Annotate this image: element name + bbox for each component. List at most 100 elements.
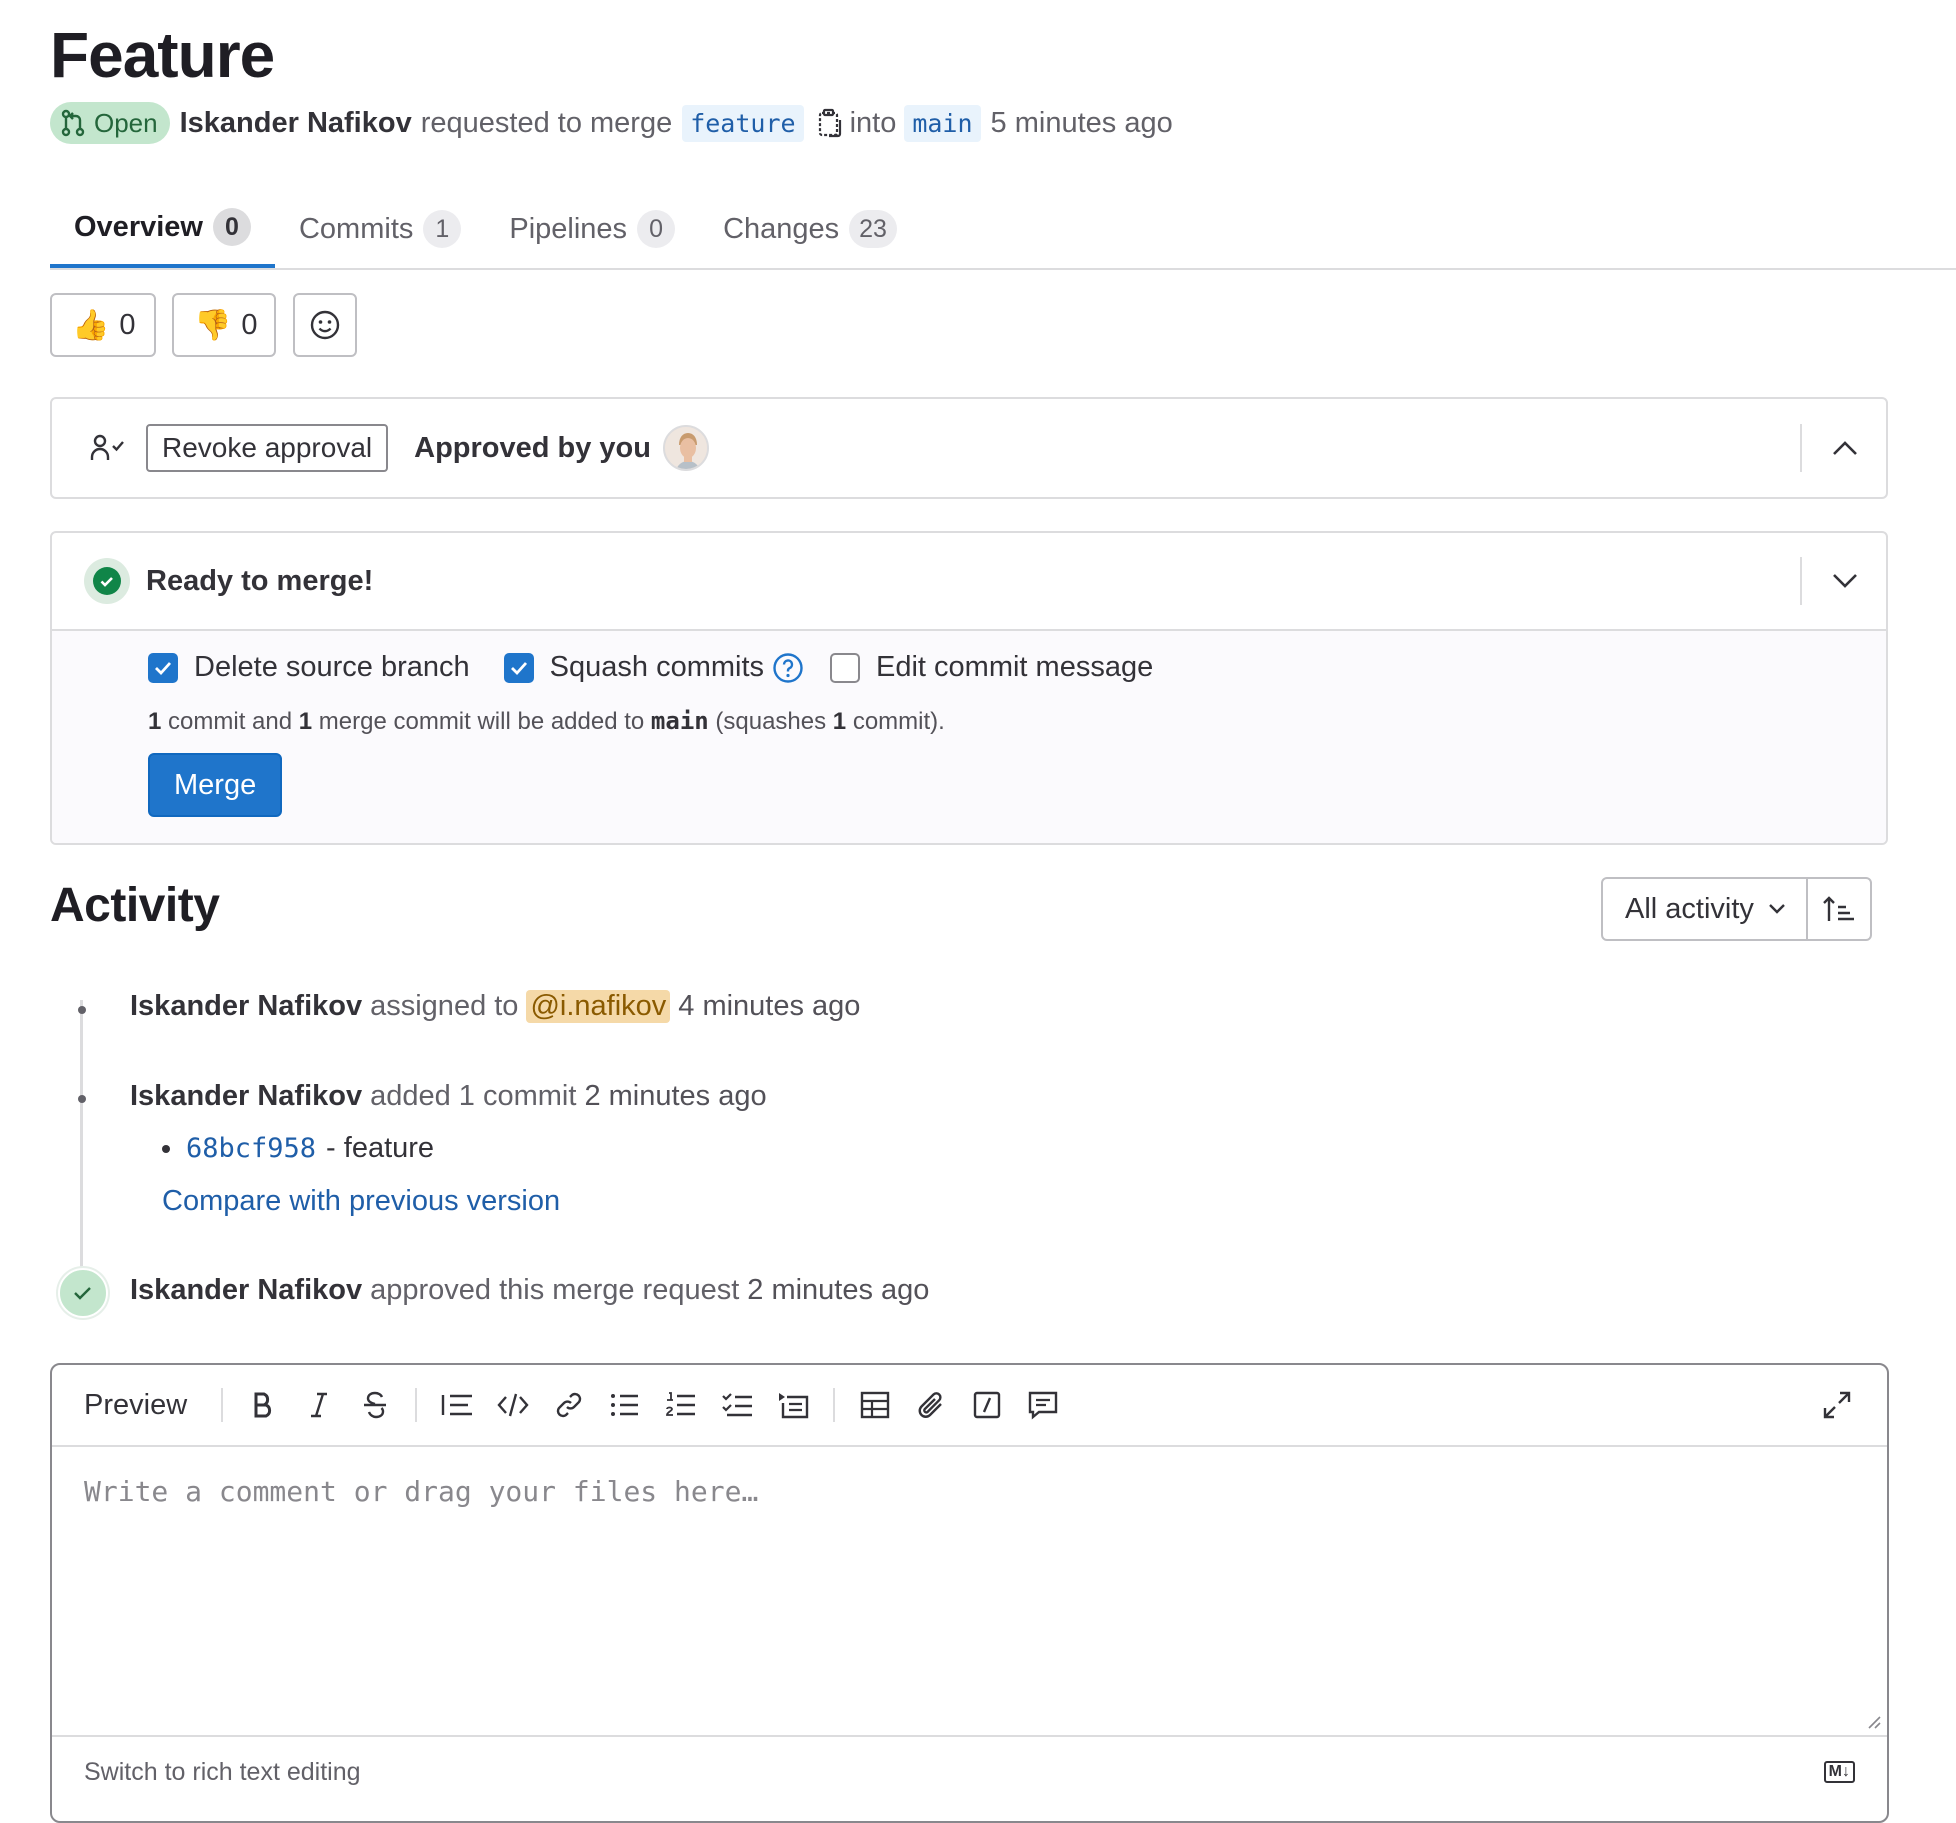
toolbar-divider [415, 1388, 418, 1422]
info-text: commit and [161, 708, 299, 735]
squash-count: 1 [832, 708, 847, 735]
thumbs-down-button[interactable]: 👎 0 [172, 293, 276, 357]
toolbar-divider [833, 1388, 836, 1422]
preview-button[interactable]: Preview [84, 1389, 187, 1422]
collapsible-section-icon[interactable] [765, 1377, 821, 1433]
thumbs-up-button[interactable]: 👍 0 [50, 293, 156, 357]
quote-icon[interactable] [429, 1377, 485, 1433]
user-mention[interactable]: @i.nafikov [526, 990, 671, 1023]
target-branch[interactable]: main [904, 104, 981, 142]
timeline-line [80, 1000, 83, 1290]
source-branch[interactable]: feature [682, 104, 804, 142]
divider [1800, 557, 1802, 605]
note-author[interactable]: Iskander Nafikov [130, 990, 362, 1023]
note-action: added 1 commit [370, 1080, 577, 1112]
revoke-approval-button[interactable]: Revoke approval [146, 424, 389, 472]
thumbs-up-icon: 👍 [72, 308, 110, 342]
edit-commit-message-label[interactable]: Edit commit message [876, 651, 1153, 684]
info-text: (squashes [708, 708, 833, 735]
attach-file-icon[interactable] [903, 1377, 959, 1433]
created-time: 5 minutes ago [990, 106, 1173, 139]
sort-direction-button[interactable] [1808, 879, 1870, 939]
into-text: into [849, 106, 897, 139]
activity-heading: Activity [50, 879, 220, 932]
commit-count: 1 [148, 708, 162, 735]
merge-button[interactable]: Merge [148, 753, 283, 817]
commit-sha-link[interactable]: 68bcf958 [186, 1133, 316, 1164]
resize-handle-icon[interactable] [1865, 1713, 1881, 1729]
approved-icon [58, 1268, 108, 1318]
merge-commit-count: 1 [298, 708, 313, 735]
question-icon[interactable] [772, 652, 804, 684]
note-time: 2 minutes ago [584, 1080, 767, 1112]
chevron-up-icon[interactable] [1832, 440, 1858, 456]
tab-count: 0 [637, 210, 676, 248]
tab-overview[interactable]: Overview 0 [50, 190, 275, 268]
divider [1800, 424, 1802, 472]
bullet [162, 1144, 170, 1153]
commit-list-item: 68bcf958 - feature [162, 1132, 434, 1165]
link-icon[interactable] [541, 1377, 597, 1433]
thumbs-down-count: 0 [241, 308, 258, 341]
note-author[interactable]: Iskander Nafikov [130, 1080, 362, 1113]
fullscreen-icon[interactable] [1809, 1377, 1865, 1433]
tab-count: 0 [212, 208, 251, 246]
tab-pipelines[interactable]: Pipelines 0 [485, 190, 699, 268]
requested-text: requested to merge [420, 106, 673, 139]
merge-info-text: 1 commit and 1 merge commit will be adde… [148, 707, 945, 736]
status-label: Open [94, 107, 158, 138]
task-list-icon[interactable] [709, 1377, 765, 1433]
smiley-icon [309, 309, 341, 341]
squash-commits-checkbox[interactable] [503, 652, 534, 683]
commit-title: - feature [326, 1132, 435, 1164]
copy-branch-icon[interactable] [818, 108, 842, 138]
note-action: approved this merge request [370, 1274, 740, 1306]
editor-toolbar: Preview [52, 1365, 1887, 1447]
approved-by-text: Approved by you [414, 431, 651, 464]
edit-commit-message-checkbox[interactable] [830, 652, 861, 683]
info-text: commit). [846, 708, 945, 735]
code-icon[interactable] [485, 1377, 541, 1433]
add-reaction-button[interactable] [293, 293, 357, 357]
mr-meta: Open Iskander Nafikov requested to merge… [50, 100, 1173, 146]
activity-filter-dropdown[interactable]: All activity [1603, 879, 1808, 939]
squash-commits-label[interactable]: Squash commits [550, 651, 764, 684]
timeline-dot [78, 1095, 86, 1103]
tab-changes[interactable]: Changes 23 [699, 190, 921, 268]
ready-to-merge-text: Ready to merge! [146, 564, 374, 597]
numbered-list-icon[interactable] [653, 1377, 709, 1433]
author-link[interactable]: Iskander Nafikov [180, 107, 412, 140]
chevron-down-icon[interactable] [1832, 573, 1858, 589]
delete-branch-checkbox[interactable] [148, 652, 178, 683]
avatar[interactable] [662, 425, 709, 471]
note-action: assigned to [370, 990, 519, 1022]
thumbs-up-count: 0 [119, 308, 136, 341]
bold-icon[interactable] [235, 1377, 291, 1433]
activity-filter: All activity [1601, 877, 1872, 941]
tab-count: 1 [423, 210, 462, 248]
comment-textarea[interactable]: Write a comment or drag your files here… [52, 1447, 1887, 1737]
note-author[interactable]: Iskander Nafikov [130, 1274, 362, 1307]
tab-label: Pipelines [509, 212, 628, 245]
note-time: 4 minutes ago [678, 990, 861, 1022]
toolbar-divider [221, 1388, 224, 1422]
quick-action-icon[interactable] [959, 1377, 1015, 1433]
compare-link[interactable]: Compare with previous version [162, 1185, 560, 1218]
approval-widget: Revoke approval Approved by you [50, 397, 1888, 499]
approval-check-icon [90, 432, 126, 464]
tab-commits[interactable]: Commits 1 [275, 190, 485, 268]
comment-editor: Preview Write a comment or drag your fil… [50, 1363, 1889, 1823]
italic-icon[interactable] [291, 1377, 347, 1433]
tab-label: Overview [74, 210, 203, 243]
activity-note: Iskander Nafikov approved this merge req… [130, 1274, 929, 1307]
comment-placeholder: Write a comment or drag your files here… [84, 1475, 759, 1508]
info-text: merge commit will be added to [312, 708, 651, 735]
thumbs-down-icon: 👎 [194, 308, 232, 342]
delete-branch-label[interactable]: Delete source branch [194, 651, 470, 684]
strikethrough-icon[interactable] [347, 1377, 403, 1433]
table-icon[interactable] [847, 1377, 903, 1433]
comment-template-icon[interactable] [1015, 1377, 1071, 1433]
bullet-list-icon[interactable] [597, 1377, 653, 1433]
editor-footer: Switch to rich text editing M↓ [52, 1737, 1887, 1807]
switch-rich-text-button[interactable]: Switch to rich text editing [84, 1758, 361, 1787]
